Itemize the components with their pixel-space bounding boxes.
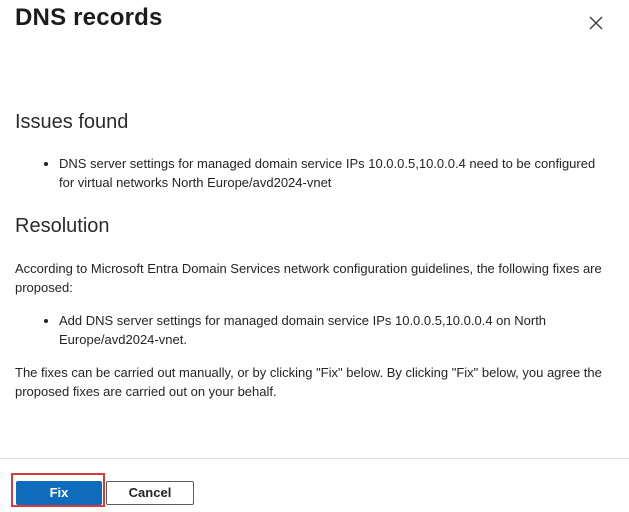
issue-item: DNS server settings for managed domain s… <box>59 154 599 192</box>
fix-button[interactable]: Fix <box>16 481 102 505</box>
panel-title: DNS records <box>15 4 163 31</box>
footer-divider <box>0 458 629 459</box>
close-icon[interactable] <box>586 13 606 33</box>
resolution-intro: According to Microsoft Entra Domain Serv… <box>15 261 602 295</box>
cancel-button[interactable]: Cancel <box>106 481 194 505</box>
resolution-heading: Resolution <box>15 215 110 237</box>
resolution-note: The fixes can be carried out manually, o… <box>15 365 602 399</box>
fixes-list: Add DNS server settings for managed doma… <box>41 311 599 349</box>
issues-heading: Issues found <box>15 111 129 133</box>
fix-item: Add DNS server settings for managed doma… <box>59 311 599 349</box>
dns-records-panel: DNS records Issues found DNS server sett… <box>0 0 629 512</box>
issues-list: DNS server settings for managed domain s… <box>41 154 599 192</box>
